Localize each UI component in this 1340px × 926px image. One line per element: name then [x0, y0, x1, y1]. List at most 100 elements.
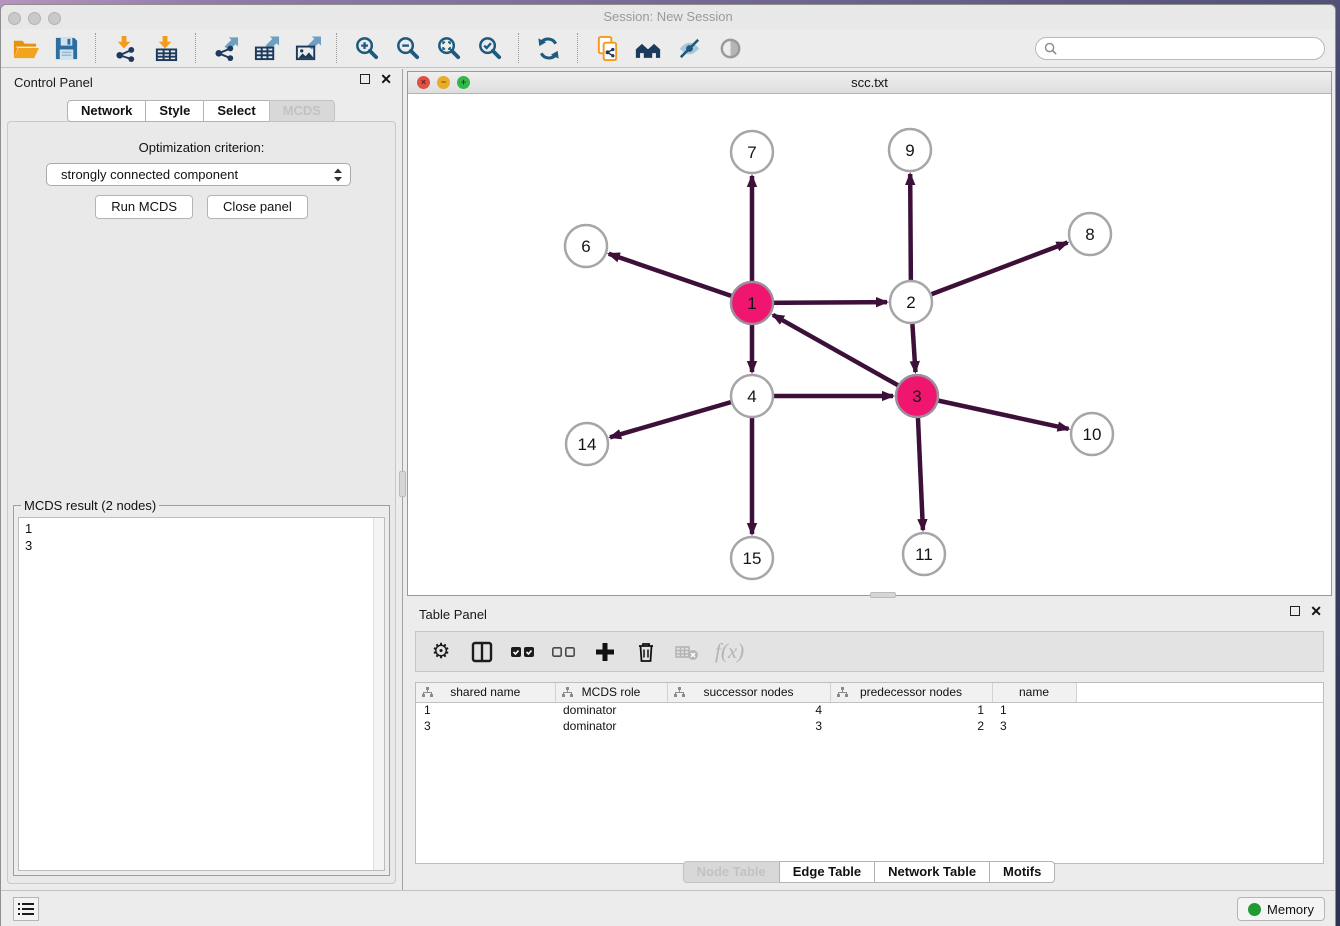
node-table[interactable]: shared nameMCDS rolesuccessor nodesprede…: [415, 682, 1324, 864]
tab-motifs[interactable]: Motifs: [989, 861, 1055, 883]
graph-node-4[interactable]: 4: [731, 375, 773, 417]
select-arrows-icon: [332, 167, 344, 186]
zoom-out-icon[interactable]: [393, 34, 421, 62]
show-graphics-details-icon[interactable]: [716, 34, 744, 62]
show-columns-icon[interactable]: [469, 639, 495, 665]
select-all-icon[interactable]: [510, 639, 536, 665]
graph-node-1[interactable]: 1: [731, 282, 773, 324]
toolbar-separator: [195, 33, 196, 63]
cell: 4: [667, 702, 830, 718]
search-icon: [1044, 42, 1057, 55]
graph-node-15[interactable]: 15: [731, 537, 773, 579]
network-window-titlebar[interactable]: × − + scc.txt: [408, 72, 1331, 94]
cell: dominator: [555, 718, 667, 734]
hide-graphics-details-icon[interactable]: [675, 34, 703, 62]
add-icon[interactable]: [592, 639, 618, 665]
settings-gear-icon[interactable]: ⚙: [428, 639, 454, 665]
svg-text:15: 15: [743, 549, 762, 568]
zoom-fit-icon[interactable]: [434, 34, 462, 62]
svg-text:9: 9: [905, 141, 914, 160]
hierarchy-icon: [837, 687, 848, 698]
run-mcds-button[interactable]: Run MCDS: [95, 195, 193, 219]
cell-filler: [1076, 718, 1323, 734]
delete-icon[interactable]: [633, 639, 659, 665]
graph-node-3[interactable]: 3: [896, 375, 938, 417]
close-panel-button[interactable]: Close panel: [207, 195, 308, 219]
zoom-selected-icon[interactable]: [475, 34, 503, 62]
application-window: Session: New Session: [0, 4, 1336, 926]
edge-3-10[interactable]: [917, 396, 1069, 429]
cell: dominator: [555, 702, 667, 718]
edge-3-1[interactable]: [773, 315, 917, 396]
zoom-in-icon[interactable]: [352, 34, 380, 62]
right-area: × − + scc.txt 7968124314101511: [404, 69, 1335, 890]
network-canvas[interactable]: 7 9 6 8 1 2 4 3 14 10 15 11: [408, 94, 1331, 595]
tab-node-table[interactable]: Node Table: [683, 861, 780, 883]
export-network-icon[interactable]: [211, 34, 239, 62]
cell: 1: [830, 702, 992, 718]
tab-network[interactable]: Network: [67, 100, 146, 122]
svg-text:11: 11: [915, 545, 933, 564]
graph-node-10[interactable]: 10: [1071, 413, 1113, 455]
graph-node-2[interactable]: 2: [890, 281, 932, 323]
duplicate-network-icon[interactable]: [593, 34, 621, 62]
table-row[interactable]: 3dominator323: [416, 718, 1323, 734]
open-file-icon[interactable]: [11, 34, 39, 62]
column-header-mcds-role[interactable]: MCDS role: [555, 683, 667, 702]
svg-text:4: 4: [747, 387, 756, 406]
graph-node-8[interactable]: 8: [1069, 213, 1111, 255]
edge-2-8[interactable]: [911, 243, 1068, 302]
memory-button[interactable]: Memory: [1237, 897, 1325, 921]
close-panel-icon[interactable]: ✕: [380, 74, 392, 84]
column-header-name[interactable]: name: [992, 683, 1076, 702]
graph-node-7[interactable]: 7: [731, 131, 773, 173]
criterion-select[interactable]: strongly connected component: [46, 163, 351, 186]
tab-edge-table[interactable]: Edge Table: [779, 861, 875, 883]
main-toolbar: [1, 29, 1335, 68]
float-table-panel-icon[interactable]: [1290, 606, 1300, 616]
svg-text:6: 6: [581, 237, 590, 256]
column-filler: [1076, 683, 1323, 702]
optimization-criterion-label: Optimization criterion:: [8, 140, 395, 155]
search-field[interactable]: [1035, 37, 1325, 60]
tab-mcds[interactable]: MCDS: [269, 100, 335, 122]
toolbar-separator: [95, 33, 96, 63]
hierarchy-icon: [674, 687, 685, 698]
cell: 1: [416, 702, 555, 718]
import-table-icon[interactable]: [152, 34, 180, 62]
save-session-icon[interactable]: [52, 34, 80, 62]
unselect-all-icon[interactable]: [551, 639, 577, 665]
table-splitter-handle[interactable]: [870, 592, 896, 598]
graph-node-14[interactable]: 14: [566, 423, 608, 465]
float-panel-icon[interactable]: [360, 74, 370, 84]
hierarchy-icon: [562, 687, 573, 698]
table-row[interactable]: 1dominator411: [416, 702, 1323, 718]
mcds-result-title: MCDS result (2 nodes): [21, 498, 159, 513]
tab-network-table[interactable]: Network Table: [874, 861, 990, 883]
column-header-successor-nodes[interactable]: successor nodes: [667, 683, 830, 702]
tab-select[interactable]: Select: [203, 100, 269, 122]
first-neighbors-icon[interactable]: [634, 34, 662, 62]
result-scrollbar[interactable]: [373, 518, 384, 870]
table-header-row: shared nameMCDS rolesuccessor nodesprede…: [416, 683, 1323, 702]
search-input[interactable]: [1062, 41, 1316, 55]
table-toolbar: ⚙: [415, 631, 1324, 672]
table-panel-title: Table Panel: [419, 607, 487, 622]
column-header-predecessor-nodes[interactable]: predecessor nodes: [830, 683, 992, 702]
import-network-icon[interactable]: [111, 34, 139, 62]
graph-node-9[interactable]: 9: [889, 129, 931, 171]
close-table-panel-icon[interactable]: ✕: [1310, 606, 1322, 616]
mcds-result-textarea[interactable]: 1 3: [18, 517, 385, 871]
edge-1-6[interactable]: [609, 254, 752, 303]
delete-table-icon: [674, 639, 700, 665]
refresh-icon[interactable]: [534, 34, 562, 62]
column-header-shared-name[interactable]: shared name: [416, 683, 555, 702]
tab-style[interactable]: Style: [145, 100, 204, 122]
graph-node-6[interactable]: 6: [565, 225, 607, 267]
graph-node-11[interactable]: 11: [903, 533, 945, 575]
task-history-button[interactable]: [13, 897, 39, 921]
export-image-icon[interactable]: [293, 34, 321, 62]
network-window-title: scc.txt: [408, 75, 1331, 90]
export-table-icon[interactable]: [252, 34, 280, 62]
window-title: Session: New Session: [1, 9, 1335, 24]
